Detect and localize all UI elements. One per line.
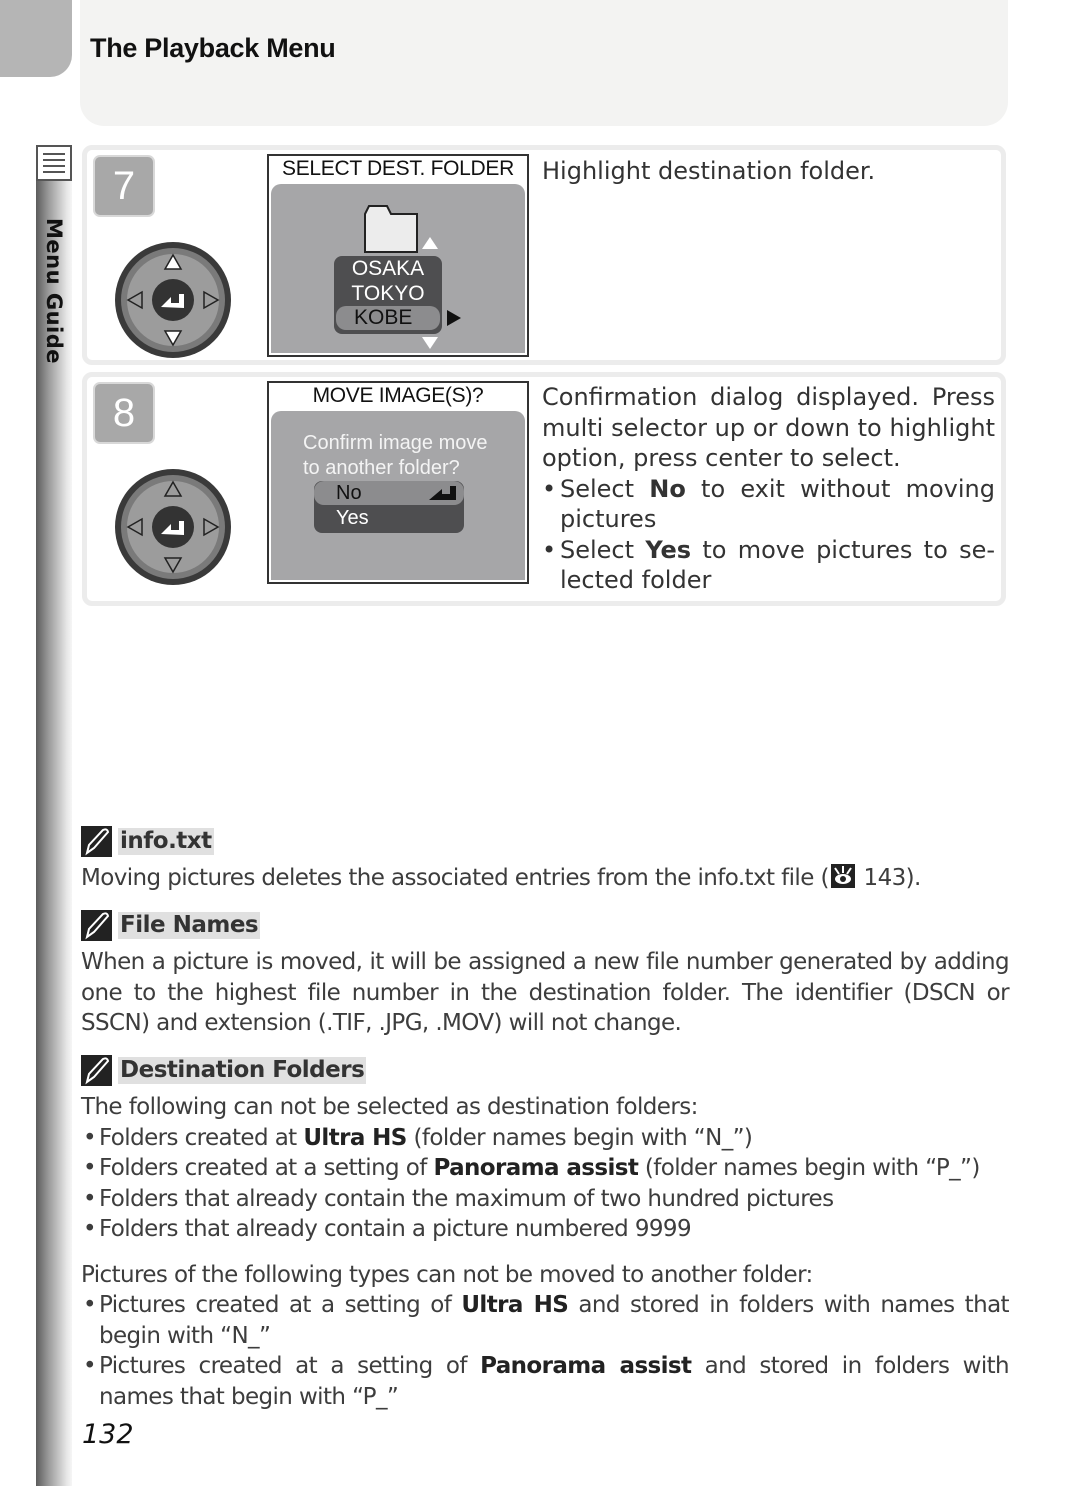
list-item: Folders that already contain the maximum… [81, 1184, 1009, 1215]
note-body-file-names: When a picture is moved, it will be assi… [81, 949, 1010, 1036]
prompt-line: Confirm image move [303, 432, 488, 454]
prompt-line: to another folder? [303, 457, 460, 479]
step-description-text: Confirmation dialog displayed. Press mul… [542, 383, 995, 472]
step-bullets: Select No to exit without moving picture… [542, 474, 995, 596]
scroll-down-arrow-icon [422, 337, 438, 349]
text: Select [560, 535, 646, 564]
corner-tab [0, 0, 72, 77]
note-body-destination-folders: The following can not be selected as des… [81, 1092, 1010, 1412]
folder-list: OSAKA TOKYO KOBE [334, 256, 442, 334]
text: ). [905, 865, 922, 891]
list-item: Folders that already contain a picture n… [81, 1214, 1009, 1245]
note-heading-file-names: File Names [81, 910, 261, 941]
folder-restrictions-list: Folders created at Ultra HS (folder name… [81, 1123, 1009, 1245]
confirm-prompt: Confirm image move to another folder? [303, 431, 488, 481]
list-item: Pictures created at a setting of Panoram… [81, 1351, 1010, 1412]
note-body-info-txt: Moving pictures deletes the associated e… [81, 863, 1009, 894]
note-title: Destination Folders [118, 1057, 367, 1084]
step-description: Confirmation dialog displayed. Press mul… [542, 382, 995, 596]
option-no-selected[interactable]: No [314, 481, 464, 505]
bullet-item: Select Yes to move pictures to se-lected… [542, 535, 995, 596]
screen-body: OSAKA TOKYO KOBE [271, 184, 525, 353]
sidebar-section-label: Menu Guide [42, 218, 66, 365]
list-item: Folders created at Ultra HS (folder name… [81, 1123, 1009, 1154]
note-heading-destination-folders: Destination Folders [81, 1055, 367, 1086]
page-number: 132 [82, 1419, 134, 1450]
pencil-note-icon [81, 1055, 112, 1086]
folder-item-selected[interactable]: KOBE [336, 306, 440, 330]
folder-item[interactable]: TOKYO [334, 281, 442, 306]
bold-text: Yes [645, 535, 692, 564]
screen-body: Confirm image move to another folder? No… [271, 411, 525, 580]
screen-title: MOVE IMAGE(S)? [312, 384, 484, 407]
step-description: Highlight destination folder. [542, 156, 995, 187]
selection-pointer-icon [447, 310, 461, 326]
list-item: Folders created at a setting of Panorama… [81, 1153, 1009, 1184]
step-card-7: 7 SELECT DEST. FOLDER OSAKA TOKYO KOBE H [82, 145, 1006, 365]
enter-icon [429, 486, 456, 500]
bullet-item: Select No to exit without moving picture… [542, 474, 995, 535]
step-card-8: 8 MOVE IMAGE(S)? Confirm image move to a… [82, 372, 1006, 606]
intro-text: Pictures of the following types can not … [81, 1261, 813, 1288]
menu-list-icon [36, 145, 72, 181]
option-yes[interactable]: Yes [314, 505, 464, 531]
text: Folders created at a setting of [99, 1155, 434, 1181]
text: Folders that already contain a picture n… [99, 1216, 692, 1242]
folder-icon [364, 205, 418, 253]
text: Select [560, 474, 650, 503]
bold-text: Panorama assist [480, 1353, 692, 1379]
option-label: No [336, 482, 362, 504]
text: Moving pictures deletes the associated e… [81, 865, 829, 891]
multi-selector-icon [115, 242, 231, 358]
bold-text: Ultra HS [303, 1124, 407, 1151]
text: (folder names begin with “P_”) [638, 1155, 980, 1181]
bold-text: Panorama assist [433, 1155, 639, 1181]
step-number: 7 [93, 155, 155, 217]
pencil-note-icon [81, 826, 112, 857]
text: Folders that already contain the maximum… [99, 1185, 834, 1212]
pencil-note-icon [81, 910, 112, 941]
step-number: 8 [93, 382, 155, 444]
intro-text: The following can not be selected as des… [81, 1094, 698, 1120]
text: Pictures created at a setting of [99, 1353, 481, 1379]
camera-screen-move-images: MOVE IMAGE(S)? Confirm image move to ano… [267, 381, 529, 584]
see-reference-eye-icon [830, 864, 855, 888]
list-item: Pictures created at a setting of Ultra H… [81, 1290, 1010, 1351]
text: Folders created at [99, 1124, 304, 1151]
bold-text: No [649, 474, 686, 503]
page-title: The Playback Menu [90, 33, 336, 63]
scroll-up-arrow-icon [422, 237, 438, 249]
text: Pictures created at a setting of [99, 1292, 462, 1318]
note-heading-info-txt: info.txt [81, 826, 214, 857]
text: (folder names begin with “N_”) [406, 1124, 753, 1151]
screen-title: SELECT DEST. FOLDER [282, 157, 514, 180]
picture-restrictions-list: Pictures created at a setting of Ultra H… [81, 1290, 1010, 1412]
note-title: File Names [118, 912, 261, 939]
bold-text: Ultra HS [461, 1292, 569, 1318]
camera-screen-select-folder: SELECT DEST. FOLDER OSAKA TOKYO KOBE [267, 154, 529, 357]
side-bar [36, 180, 72, 1486]
step-description-text: Highlight destination folder. [542, 157, 876, 185]
option-list: No Yes [314, 481, 464, 533]
folder-item[interactable]: OSAKA [334, 256, 442, 281]
reference-page-link[interactable]: 143 [864, 865, 907, 891]
multi-selector-icon [115, 469, 231, 585]
note-title: info.txt [118, 828, 214, 855]
